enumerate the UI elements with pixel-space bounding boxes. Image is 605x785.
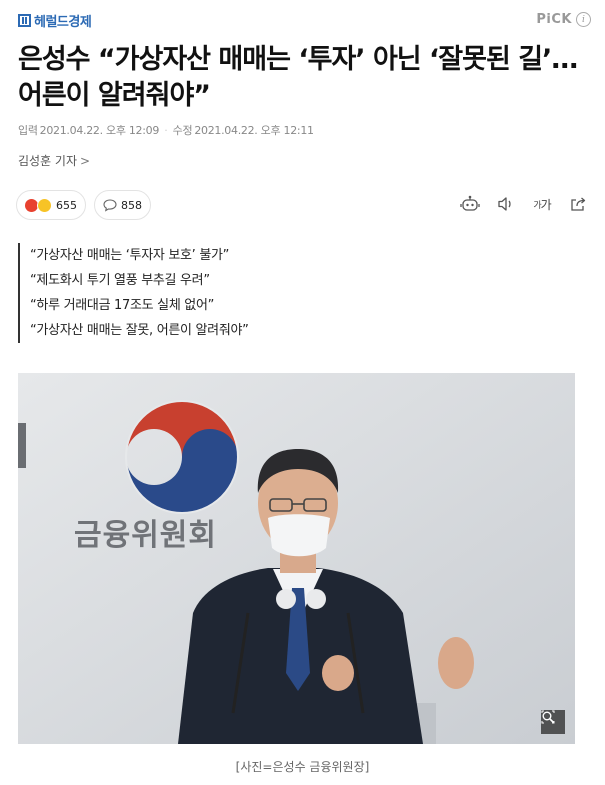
wall-sign-text: 금융위원회 [74,518,217,553]
press-logo-text: 헤럴드경제 [34,15,92,30]
article-title: 은성수 “가상자산 매매는 ‘투자’ 아닌 ‘잘못된 길’… 어른이 알려줘야” [18,44,578,111]
comment-count: 858 [121,198,142,212]
press-logo[interactable]: 헤럴드경제 [18,11,92,30]
date-separator: · [164,124,168,137]
photo-caption: [사진=은성수 금융위원장] [235,760,370,774]
date-update: 2021.04.22. 오후 12:11 [194,124,314,137]
share-button[interactable] [567,193,589,215]
top-bar: 헤럴드경제 PiCK i [0,0,605,40]
font-size-label: 가 [540,197,552,212]
zoom-button[interactable] [541,710,565,734]
summary-line: “가상자산 매매는 ‘투자자 보호’ 불가” [30,248,230,263]
reporter-link[interactable]: 김성훈 기자 > [18,152,90,169]
emotion-count: 655 [56,198,77,212]
press-conference-photo [18,373,575,744]
article-dates: 입력 2021.04.22. 오후 12:09 · 수정 2021.04.22. 오… [18,122,316,138]
laugh-emoji-icon [37,197,52,213]
audio-button[interactable] [495,193,517,215]
chevron-right-icon: > [80,153,91,168]
zoom-icon [541,710,555,724]
summary-line: “하루 거래대금 17조도 실체 없어” [30,298,215,313]
comment-icon [103,198,117,212]
date-update-label: 수정 [172,124,193,137]
robot-summary-button[interactable] [459,193,481,215]
pick-badge[interactable]: PiCK i [536,12,591,27]
font-size-small-label: 가 [533,200,541,211]
comment-button[interactable]: 858 [94,190,151,220]
pick-label: PiCK [536,12,572,27]
article-summary: “가상자산 매매는 ‘투자자 보호’ 불가” “제도화시 투기 열풍 부추길 우… [18,243,249,343]
summary-line: “가상자산 매매는 잘못, 어른이 알려줘야” [30,323,249,338]
article-photo[interactable] [18,373,575,744]
share-icon [571,197,586,211]
date-input-label: 입력 [18,124,38,137]
emotion-button[interactable]: 655 [16,190,86,220]
font-size-button[interactable]: 가가 [531,193,553,215]
info-icon[interactable]: i [576,12,591,27]
summary-line: “제도화시 투기 열풍 부추길 우려” [30,273,210,288]
speaker-icon [498,197,511,211]
press-logo-icon [18,14,31,27]
robot-summary-icon [460,195,480,211]
reporter-name: 김성훈 기자 [18,154,78,168]
article-tools: 가가 [459,193,589,215]
date-input: 2021.04.22. 오후 12:09 [39,124,160,137]
reaction-bar: 655 858 [16,190,151,220]
